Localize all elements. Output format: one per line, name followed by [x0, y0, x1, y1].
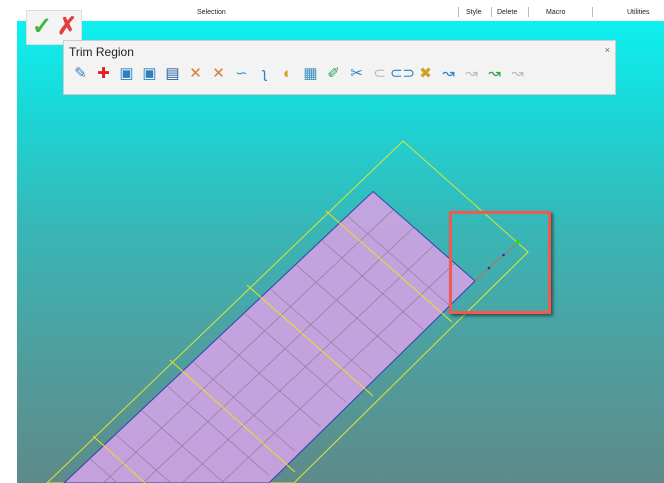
region-select2-icon[interactable]: ▣: [139, 63, 160, 85]
erase-icon[interactable]: ✖: [415, 63, 436, 85]
toolbar-title: Trim Region: [69, 45, 134, 59]
loop-icon[interactable]: ⊂⊃: [390, 63, 415, 85]
surface-icon[interactable]: ◐: [277, 63, 298, 85]
delete-loop-icon[interactable]: ✕: [208, 63, 229, 85]
disabled-curve-icon[interactable]: ↝: [461, 63, 482, 85]
pen-icon[interactable]: ✐: [323, 63, 344, 85]
region-select-icon[interactable]: ▣: [116, 63, 137, 85]
curve-icon[interactable]: ∽: [231, 63, 252, 85]
trim-region-toolbar: Trim Region × ✎ ✚ ▣ ▣ ▤ ✕ ✕ ∽ ʅ ◐ ▦ ✐ ✂ ⊂ ⊂⊃ ✖ ↝ ↝ ↝ ↝: [63, 40, 616, 95]
accept-check-icon[interactable]: ✓: [32, 13, 52, 41]
toolbar-icons: ✎ ✚ ▣ ▣ ▤ ✕ ✕ ∽ ʅ ◐ ▦ ✐ ✂ ⊂ ⊂⊃ ✖ ↝ ↝ ↝ ↝: [70, 63, 528, 85]
green-curve-icon[interactable]: ↝: [484, 63, 505, 85]
export-icon[interactable]: ▦: [300, 63, 321, 85]
surface-patch[interactable]: [63, 190, 476, 483]
delete-curve-icon[interactable]: ✕: [185, 63, 206, 85]
spline-icon[interactable]: ʅ: [254, 63, 275, 85]
add-icon[interactable]: ✚: [93, 63, 114, 85]
trim-select-icon[interactable]: ✎: [70, 63, 91, 85]
close-icon[interactable]: ×: [605, 45, 610, 55]
cancel-x-icon[interactable]: ✗: [57, 13, 77, 41]
multi-region-icon[interactable]: ▤: [162, 63, 183, 85]
disabled-curve2-icon[interactable]: ↝: [507, 63, 528, 85]
highlight-box: [449, 211, 551, 314]
arc-disabled-icon[interactable]: ⊂: [369, 63, 390, 85]
scissors-icon[interactable]: ✂: [346, 63, 367, 85]
cursor-curve-icon[interactable]: ↝: [438, 63, 459, 85]
